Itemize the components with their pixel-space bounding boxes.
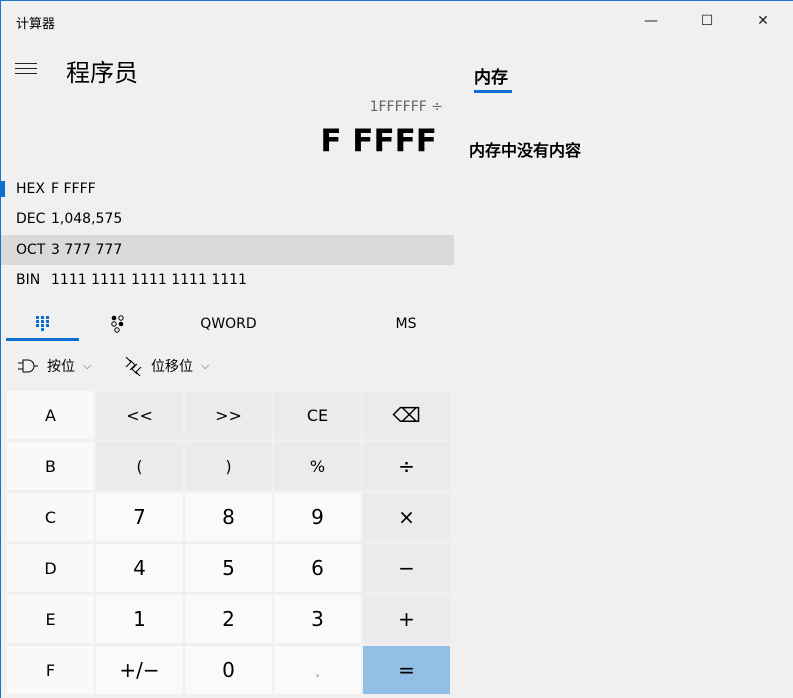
key-6-button[interactable]: 6: [274, 544, 361, 592]
key-equals-button[interactable]: =: [363, 646, 450, 694]
radix-label: OCT: [16, 242, 46, 258]
key-f-button[interactable]: F: [7, 646, 94, 694]
logic-gate-icon: [18, 359, 38, 373]
key-b-button[interactable]: B: [7, 442, 94, 490]
radix-value: F FFFF: [51, 181, 96, 197]
memory-empty-message: 内存中没有内容: [469, 141, 582, 160]
maximize-button[interactable]: ☐: [684, 1, 730, 41]
tab-full-keypad[interactable]: [6, 306, 79, 342]
radix-hex[interactable]: HEX F FFFF: [1, 174, 454, 204]
word-size-button[interactable]: QWORD: [181, 306, 276, 342]
chevron-down-icon: ⌵: [83, 359, 92, 372]
key-lsh-button[interactable]: <<: [96, 391, 183, 439]
hamburger-menu-icon[interactable]: [15, 59, 37, 75]
radix-dec[interactable]: DEC 1,048,575: [1, 204, 454, 234]
mode-title: 程序员: [66, 59, 138, 87]
bit-toggle-icon: [110, 315, 124, 333]
bitwise-dropdown[interactable]: 按位 ⌵: [17, 356, 91, 376]
key-rsh-button[interactable]: >>: [185, 391, 272, 439]
key-percent-button[interactable]: %: [274, 442, 361, 490]
close-button[interactable]: ✕: [740, 1, 786, 41]
key-5-button[interactable]: 5: [185, 544, 272, 592]
key-open-paren-button[interactable]: (: [96, 442, 183, 490]
key-close-paren-button[interactable]: ): [185, 442, 272, 490]
bitshift-dropdown[interactable]: 位移位 ⌵: [125, 356, 209, 376]
key-1-button[interactable]: 1: [96, 595, 183, 643]
radix-value: 1111 1111 1111 1111 1111: [51, 272, 247, 288]
result-display: F FFFF: [320, 123, 437, 159]
key-decimal-button[interactable]: .: [274, 646, 361, 694]
memory-tab-indicator: [474, 90, 512, 93]
key-d-button[interactable]: D: [7, 544, 94, 592]
key-3-button[interactable]: 3: [274, 595, 361, 643]
key-multiply-button[interactable]: ×: [363, 493, 450, 541]
key-negate-button[interactable]: +/−: [96, 646, 183, 694]
key-backspace-button[interactable]: ⌫: [363, 391, 450, 439]
key-9-button[interactable]: 9: [274, 493, 361, 541]
bitshift-label: 位移位: [151, 359, 193, 375]
key-clear-entry-button[interactable]: CE: [274, 391, 361, 439]
key-c-button[interactable]: C: [7, 493, 94, 541]
key-8-button[interactable]: 8: [185, 493, 272, 541]
expression: 1FFFFFF ÷: [369, 99, 443, 115]
window-title: 计算器: [16, 17, 56, 32]
key-add-button[interactable]: +: [363, 595, 450, 643]
chevron-down-icon: ⌵: [201, 359, 210, 372]
active-tab-indicator: [6, 338, 79, 341]
radix-bin[interactable]: BIN 1111 1111 1111 1111 1111: [1, 265, 454, 295]
key-e-button[interactable]: E: [7, 595, 94, 643]
radix-value: 1,048,575: [51, 211, 123, 227]
key-2-button[interactable]: 2: [185, 595, 272, 643]
radix-label: DEC: [16, 211, 46, 227]
tab-memory[interactable]: 内存: [474, 63, 508, 88]
key-a-button[interactable]: A: [7, 391, 94, 439]
key-7-button[interactable]: 7: [96, 493, 183, 541]
radix-value: 3 777 777: [51, 242, 123, 258]
tab-bit-toggle[interactable]: [81, 306, 154, 342]
radix-label: BIN: [16, 272, 41, 288]
keypad-icon: [35, 316, 49, 331]
minimize-button[interactable]: —: [628, 1, 674, 41]
key-divide-button[interactable]: ÷: [363, 442, 450, 490]
bit-shift-icon: [125, 356, 142, 376]
bitwise-label: 按位: [47, 359, 75, 375]
key-0-button[interactable]: 0: [185, 646, 272, 694]
key-subtract-button[interactable]: −: [363, 544, 450, 592]
memory-store-button[interactable]: MS: [371, 306, 441, 342]
radix-label: HEX: [16, 181, 45, 197]
radix-oct[interactable]: OCT 3 777 777: [1, 235, 454, 265]
key-4-button[interactable]: 4: [96, 544, 183, 592]
